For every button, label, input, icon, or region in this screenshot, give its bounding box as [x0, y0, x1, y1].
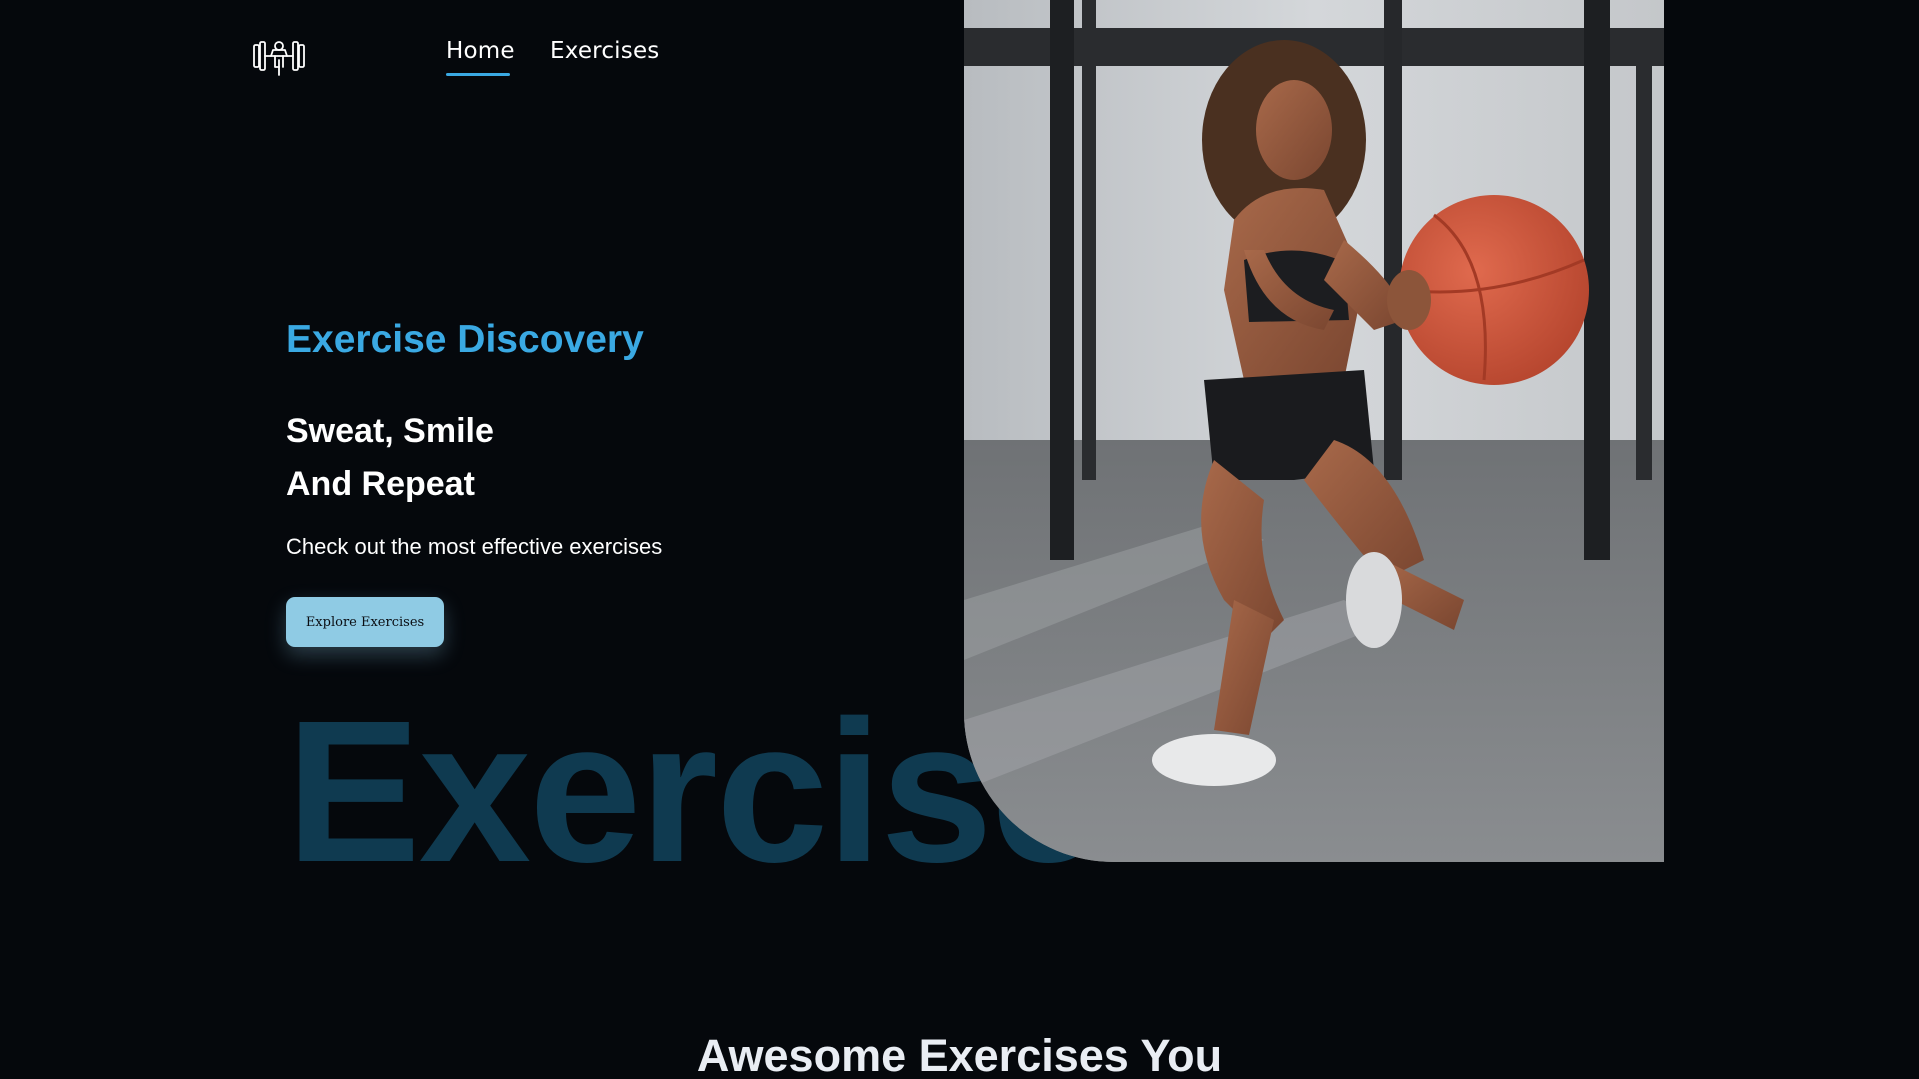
hero-title: Sweat, Smile And Repeat [286, 405, 494, 511]
hero-title-line-1: Sweat, Smile [286, 412, 494, 450]
nav-active-indicator [446, 73, 510, 76]
nav-home-link[interactable]: Home [446, 38, 515, 64]
nav-exercises-link[interactable]: Exercises [550, 38, 660, 64]
hero-eyebrow: Exercise Discovery [286, 318, 644, 361]
explore-exercises-button[interactable]: Explore Exercises [286, 597, 444, 647]
hero-title-line-2: And Repeat [286, 465, 475, 503]
hero-subtitle: Check out the most effective exercises [286, 534, 663, 559]
page: Home Exercises Exercise Exercise Discove… [0, 0, 1919, 1079]
hero-image [964, 0, 1664, 862]
logo-weightlifter-icon[interactable] [253, 36, 305, 76]
section-heading: Awesome Exercises You [696, 1030, 1223, 1079]
